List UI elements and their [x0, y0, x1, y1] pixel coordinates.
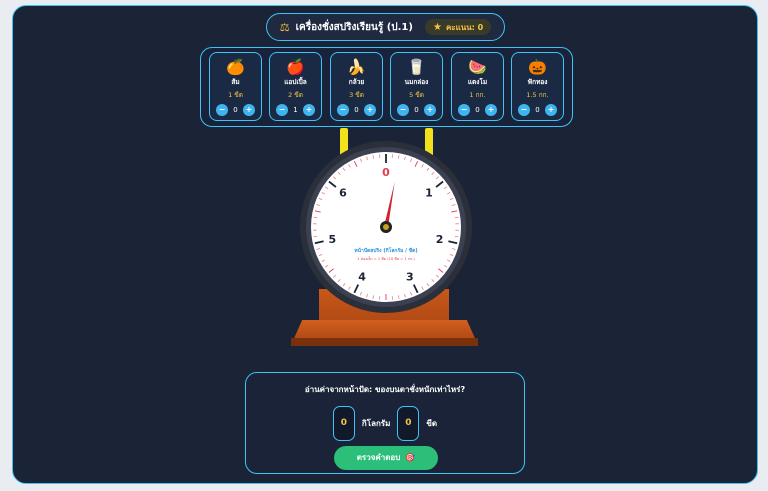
item-weight: 1.5 กก.: [526, 91, 549, 99]
pumpkin-icon: 🎃: [528, 58, 547, 76]
item-card-apple: 🍎 แอปเปิ้ล 2 ขีด − 1 +: [269, 52, 322, 121]
decrement-button[interactable]: −: [458, 104, 470, 116]
quantity-stepper: − 0 +: [512, 104, 563, 116]
increment-button[interactable]: +: [303, 104, 315, 116]
item-weight: 1 กก.: [469, 91, 486, 99]
star-icon: ★: [432, 21, 442, 33]
decrement-button[interactable]: −: [337, 104, 349, 116]
orange-icon: 🍊: [226, 58, 245, 76]
increment-button[interactable]: +: [545, 104, 557, 116]
milk-icon: 🥛: [407, 58, 426, 76]
banana-icon: 🍌: [347, 58, 366, 76]
watermelon-icon: 🍉: [468, 58, 487, 76]
item-count: 0: [354, 106, 359, 114]
kg-input[interactable]: 0: [332, 406, 355, 441]
dial-number-4: 4: [358, 271, 366, 284]
dial-number-3: 3: [406, 271, 414, 284]
title-bar: ⚖ เครื่องชั่งสปริงเรียนรู้ (ป.1) ★ คะแนน…: [266, 13, 505, 41]
dial-number-1: 1: [425, 187, 433, 200]
quantity-stepper: − 0 +: [391, 104, 442, 116]
item-card-banana: 🍌 กล้วย 3 ขีด − 0 +: [330, 52, 383, 121]
item-name: แตงโม: [467, 78, 488, 86]
dial-tick: [397, 155, 400, 159]
dial-number-2: 2: [436, 233, 444, 246]
target-icon: 🎯: [405, 453, 416, 462]
item-count: 0: [233, 106, 238, 114]
quantity-stepper: − 1 +: [270, 104, 321, 116]
question-prompt: อ่านค่าจากหน้าปัด: ของบนตาชั่งหนักเท่าไห…: [304, 385, 466, 394]
check-answer-button[interactable]: ตรวจคำตอบ 🎯: [334, 446, 438, 470]
app-window: ⚖ เครื่องชั่งสปริงเรียนรู้ (ป.1) ★ คะแนน…: [12, 5, 758, 484]
dial-caption: หน้าปัดสปริง (กิโลกรัม / ขีด): [354, 247, 417, 254]
increment-button[interactable]: +: [485, 104, 497, 116]
scale-icon: ⚖: [279, 20, 290, 34]
dial-number-5: 5: [329, 233, 337, 246]
item-card-pumpkin: 🎃 ฟักทอง 1.5 กก. − 0 +: [511, 52, 564, 121]
score-label: คะแนน: 0: [445, 22, 484, 32]
item-weight: 3 ขีด: [349, 91, 364, 99]
quantity-stepper: − 0 +: [331, 104, 382, 116]
answer-row: 0 กิโลกรัม 0 ขีด: [246, 406, 524, 441]
item-count: 0: [535, 106, 540, 114]
item-count: 0: [414, 106, 419, 114]
dial-number-0: 0: [382, 166, 390, 179]
decrement-button[interactable]: −: [518, 104, 530, 116]
quantity-stepper: − 0 +: [210, 104, 261, 116]
dial-tick: [372, 155, 375, 159]
item-name: แอปเปิ้ล: [284, 78, 307, 86]
item-card-orange: 🍊 ส้ม 1 ขีด − 0 +: [209, 52, 262, 121]
item-name: กล้วย: [348, 78, 365, 86]
dial-number-6: 6: [339, 187, 347, 200]
item-weight: 5 ขีด: [409, 91, 424, 99]
item-weight: 2 ขีด: [288, 91, 303, 99]
increment-button[interactable]: +: [364, 104, 376, 116]
dial-svg: 0 1 2 3 4 5 6 หน้าปัดสปริง (กิโลกรัม / ข…: [300, 141, 472, 313]
item-card-milk: 🥛 นมกล่อง 5 ขีด − 0 +: [390, 52, 443, 121]
item-name: ส้ม: [231, 78, 240, 86]
kg-unit-label: กิโลกรัม: [361, 419, 391, 428]
item-card-watermelon: 🍉 แตงโม 1 กก. − 0 +: [451, 52, 504, 121]
scale-base-ledge: [291, 338, 478, 346]
decrement-button[interactable]: −: [216, 104, 228, 116]
check-answer-label: ตรวจคำตอบ: [356, 453, 401, 462]
score-badge: ★ คะแนน: 0: [424, 19, 492, 35]
page-title: เครื่องชั่งสปริงเรียนรู้ (ป.1): [295, 21, 413, 33]
item-count: 0: [475, 106, 480, 114]
dial-tick: [397, 295, 400, 299]
answer-panel: อ่านค่าจากหน้าปัด: ของบนตาชั่งหนักเท่าไห…: [245, 372, 525, 474]
hg-unit-label: ขีด: [426, 419, 438, 428]
decrement-button[interactable]: −: [397, 104, 409, 116]
item-name: นมกล่อง: [404, 78, 429, 86]
item-name: ฟักทอง: [527, 78, 548, 86]
dial-tick: [372, 295, 375, 299]
item-shelf: 🍊 ส้ม 1 ขีด − 0 + 🍎 แอปเปิ้ล 2 ขีด − 1 +…: [200, 47, 573, 127]
hg-input[interactable]: 0: [397, 406, 420, 441]
item-count: 1: [293, 106, 298, 114]
decrement-button[interactable]: −: [276, 104, 288, 116]
increment-button[interactable]: +: [243, 104, 255, 116]
item-weight: 1 ขีด: [228, 91, 243, 99]
apple-icon: 🍎: [286, 58, 305, 76]
scale-dial: 0 1 2 3 4 5 6 หน้าปัดสปริง (กิโลกรัม / ข…: [298, 139, 474, 315]
quantity-stepper: − 0 +: [452, 104, 503, 116]
needle-hub-cap: [383, 224, 389, 230]
increment-button[interactable]: +: [424, 104, 436, 116]
